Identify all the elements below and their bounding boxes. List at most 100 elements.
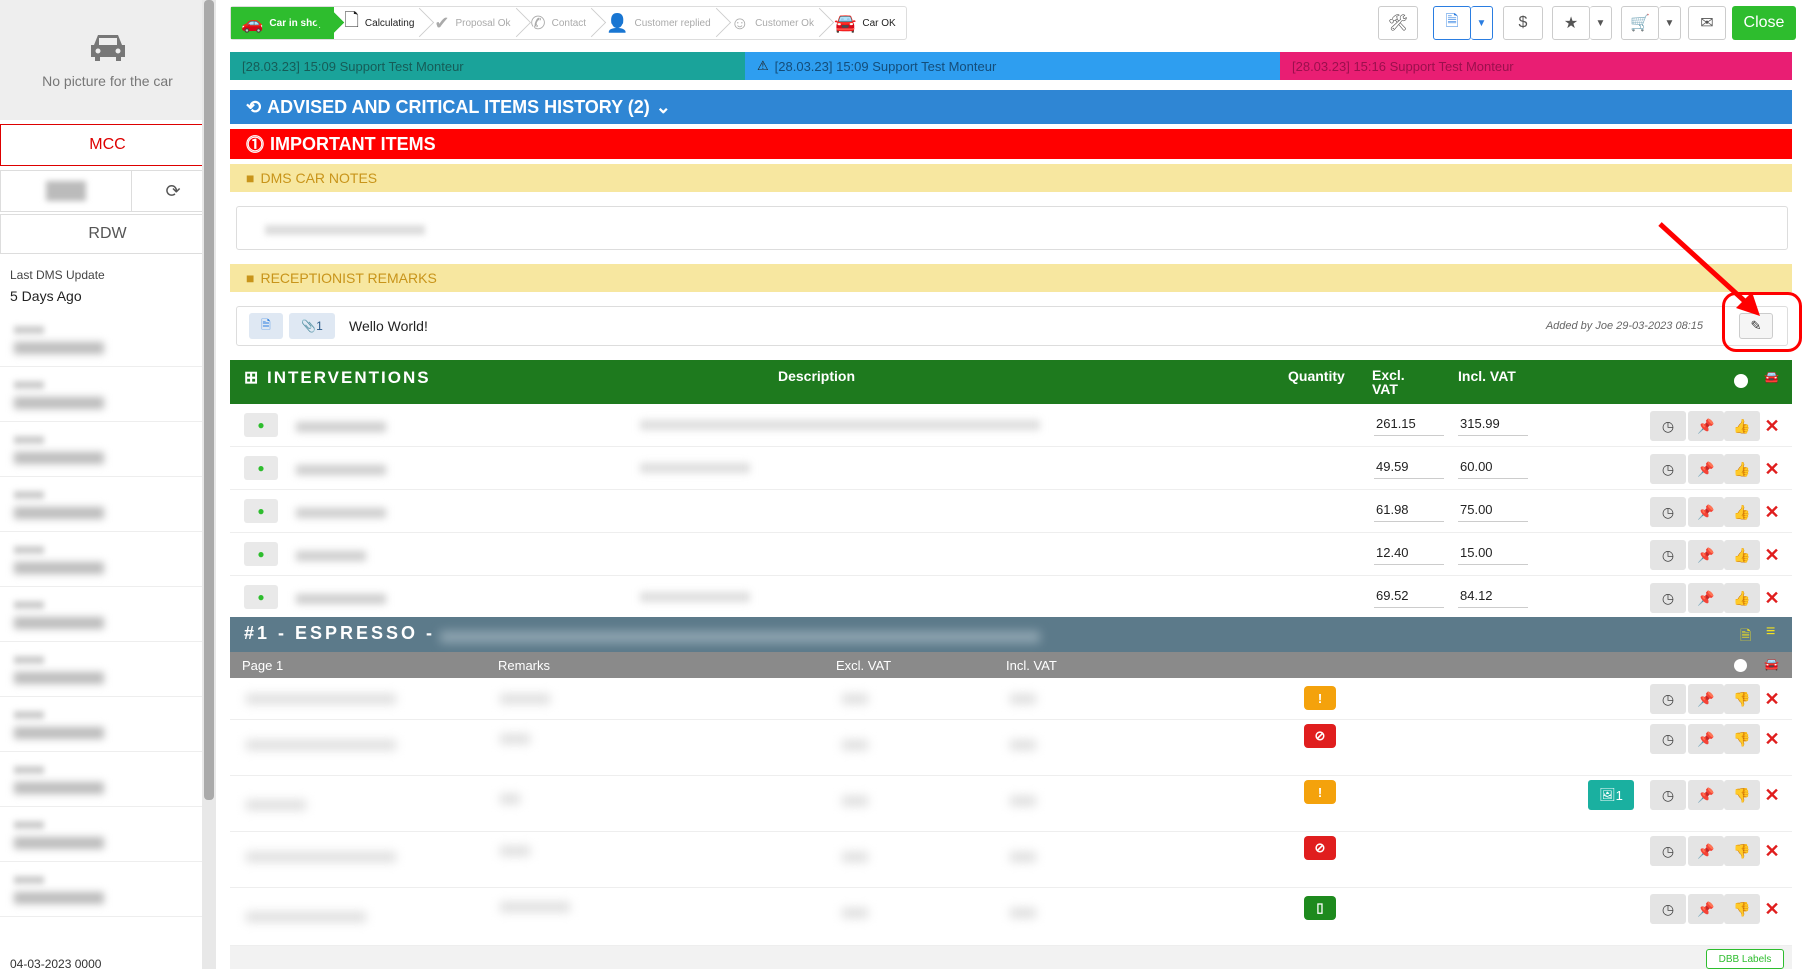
- thumbs-up-icon[interactable]: 👍: [1724, 411, 1760, 441]
- rdw-button[interactable]: RDW: [0, 214, 215, 254]
- espresso-subheader: Page 1 Remarks Excl. VAT Incl. VAT 🚘: [230, 652, 1792, 678]
- sidebar-scrollbar[interactable]: [204, 0, 214, 800]
- car-parts-button[interactable]: 🛠: [1378, 6, 1418, 40]
- price-incl[interactable]: 84.12: [1458, 588, 1528, 608]
- price-incl[interactable]: 60.00: [1458, 459, 1528, 479]
- document-button[interactable]: 🗎: [1433, 6, 1471, 40]
- clock-icon[interactable]: ◷: [1650, 836, 1686, 866]
- car-icon: 🚘: [1764, 370, 1779, 384]
- price-excl[interactable]: 69.52: [1374, 588, 1444, 608]
- dms-notes-header: ■ DMS CAR NOTES: [230, 164, 1792, 192]
- step-customer-ok[interactable]: ☺ Customer Ok: [721, 7, 824, 39]
- cart-dropdown[interactable]: ▼: [1659, 6, 1681, 40]
- price-excl[interactable]: 12.40: [1374, 545, 1444, 565]
- pin-icon[interactable]: 📌: [1688, 497, 1724, 527]
- delete-icon[interactable]: ✕: [1762, 541, 1782, 569]
- favorite-button[interactable]: ★: [1552, 6, 1590, 40]
- clock-icon[interactable]: ◷: [1650, 684, 1686, 714]
- delete-icon[interactable]: ✕: [1762, 837, 1782, 865]
- email-button[interactable]: ✉: [1688, 6, 1726, 40]
- pin-icon[interactable]: 📌: [1688, 724, 1724, 754]
- document-dropdown[interactable]: ▼: [1471, 6, 1493, 40]
- clock-icon[interactable]: ◷: [1650, 411, 1686, 441]
- thumbs-down-icon[interactable]: 👎: [1724, 894, 1760, 924]
- thumbs-up-icon[interactable]: 👍: [1724, 454, 1760, 484]
- thumbs-down-icon[interactable]: 👎: [1724, 724, 1760, 754]
- eye-icon[interactable]: ●: [244, 456, 278, 480]
- delete-icon[interactable]: ✕: [1762, 498, 1782, 526]
- price-excl[interactable]: 261.15: [1374, 416, 1444, 436]
- eye-icon[interactable]: ●: [244, 413, 278, 437]
- step-calculating[interactable]: 🗋 Calculating: [334, 7, 424, 39]
- warning-badge[interactable]: !: [1304, 780, 1336, 804]
- thumbs-up-icon[interactable]: 👍: [1724, 497, 1760, 527]
- delete-icon[interactable]: ✕: [1762, 412, 1782, 440]
- eye-icon[interactable]: ●: [244, 542, 278, 566]
- delete-icon[interactable]: ✕: [1762, 895, 1782, 923]
- eye-icon[interactable]: ●: [244, 499, 278, 523]
- clock-icon[interactable]: ◷: [1650, 583, 1686, 613]
- status-message[interactable]: [28.03.23] 15:09 Support Test Monteur: [230, 52, 745, 80]
- price-button[interactable]: $: [1503, 6, 1543, 40]
- eye-icon[interactable]: ●: [244, 585, 278, 609]
- table-row: ● 69.52 84.12 ◷ 📌 👍 ✕: [230, 576, 1792, 619]
- price-excl[interactable]: 49.59: [1374, 459, 1444, 479]
- document-icon[interactable]: 🗎: [249, 313, 283, 339]
- thumbs-down-icon[interactable]: 👎: [1724, 836, 1760, 866]
- clock-icon[interactable]: ◷: [1650, 894, 1686, 924]
- delete-icon[interactable]: ✕: [1762, 725, 1782, 753]
- critical-badge[interactable]: ⊘: [1304, 724, 1336, 748]
- delete-icon[interactable]: ✕: [1762, 685, 1782, 713]
- delete-icon[interactable]: ✕: [1762, 584, 1782, 612]
- step-customer-replied[interactable]: 👤 Customer replied: [596, 7, 721, 39]
- mcc-button[interactable]: MCC: [0, 124, 215, 166]
- price-incl[interactable]: 15.00: [1458, 545, 1528, 565]
- license-plate-row: ⟳: [0, 170, 215, 212]
- favorite-dropdown[interactable]: ▼: [1590, 6, 1612, 40]
- clock-icon[interactable]: ◷: [1650, 497, 1686, 527]
- cart-button[interactable]: 🛒: [1621, 6, 1659, 40]
- thumbs-down-icon[interactable]: 👎: [1724, 780, 1760, 810]
- clock-icon[interactable]: ◷: [1650, 540, 1686, 570]
- step-proposal-ok[interactable]: ✔ Proposal Ok: [424, 7, 520, 39]
- price-incl[interactable]: 75.00: [1458, 502, 1528, 522]
- pin-icon[interactable]: 📌: [1688, 454, 1724, 484]
- clock-icon[interactable]: ◷: [1650, 454, 1686, 484]
- thumbs-down-icon[interactable]: 👎: [1724, 684, 1760, 714]
- pin-icon[interactable]: 📌: [1688, 894, 1724, 924]
- step-car-ok[interactable]: 🚘 Car OK: [824, 7, 906, 39]
- menu-icon[interactable]: ≡: [1766, 623, 1775, 641]
- step-contact[interactable]: ✆ Contact: [521, 7, 597, 39]
- interventions-title[interactable]: ⊞ INTERVENTIONS: [244, 368, 431, 388]
- delete-icon[interactable]: ✕: [1762, 455, 1782, 483]
- pin-icon[interactable]: 📌: [1688, 411, 1724, 441]
- photos-button[interactable]: 🖼 1: [1588, 780, 1634, 810]
- pdf-icon[interactable]: 🗎: [1740, 625, 1751, 649]
- status-message[interactable]: [28.03.23] 15:16 Support Test Monteur: [1280, 52, 1792, 80]
- price-incl[interactable]: 315.99: [1458, 416, 1528, 436]
- table-row: ⊘ ◷ 📌 👎 ✕: [230, 720, 1792, 776]
- price-excl[interactable]: 61.98: [1374, 502, 1444, 522]
- critical-badge[interactable]: ⊘: [1304, 836, 1336, 860]
- status-message[interactable]: ⚠ [28.03.23] 15:09 Support Test Monteur: [745, 52, 1280, 80]
- clock-icon[interactable]: ◷: [1650, 780, 1686, 810]
- thumbs-up-icon[interactable]: 👍: [1724, 583, 1760, 613]
- document-badge[interactable]: ▯: [1304, 896, 1336, 920]
- step-car-in-shop[interactable]: 🚗 Car in shop: [231, 7, 335, 39]
- warning-badge[interactable]: !: [1304, 686, 1336, 710]
- image-icon: 🖼: [1599, 787, 1616, 802]
- dbb-labels-button[interactable]: DBB Labels: [1706, 949, 1784, 969]
- pin-icon[interactable]: 📌: [1688, 583, 1724, 613]
- pin-icon[interactable]: 📌: [1688, 780, 1724, 810]
- car-icon: [90, 35, 125, 61]
- delete-icon[interactable]: ✕: [1762, 781, 1782, 809]
- attachment-button[interactable]: 📎 1: [289, 313, 335, 339]
- important-items-header[interactable]: ⓵ IMPORTANT ITEMS: [230, 129, 1792, 159]
- pin-icon[interactable]: 📌: [1688, 836, 1724, 866]
- clock-icon[interactable]: ◷: [1650, 724, 1686, 754]
- pin-icon[interactable]: 📌: [1688, 540, 1724, 570]
- thumbs-up-icon[interactable]: 👍: [1724, 540, 1760, 570]
- history-section-header[interactable]: ⟲ ADVISED AND CRITICAL ITEMS HISTORY (2)…: [230, 90, 1792, 124]
- pin-icon[interactable]: 📌: [1688, 684, 1724, 714]
- close-button[interactable]: Close: [1732, 6, 1796, 40]
